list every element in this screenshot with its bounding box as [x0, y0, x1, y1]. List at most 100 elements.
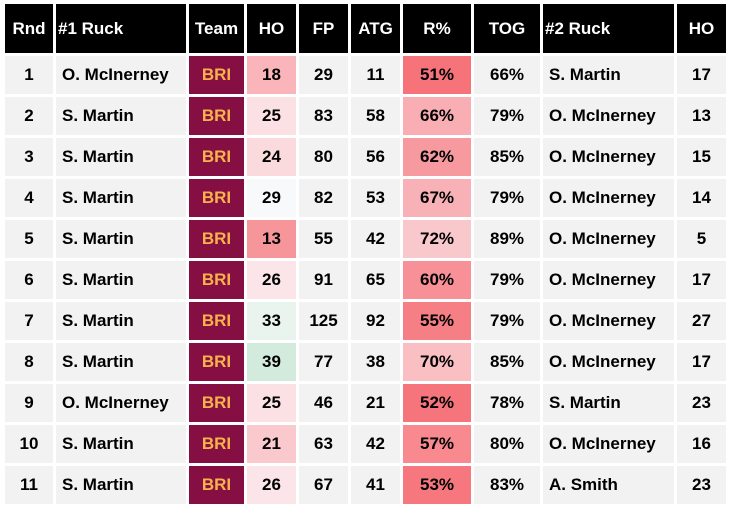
tog-cell: 85%: [474, 138, 540, 176]
ruck2-name-cell: O. McInerney: [543, 220, 674, 258]
table-row: 2 S. Martin BRI 25 83 58 66% 79% O. McInerney 13: [5, 97, 726, 135]
team-badge: BRI: [189, 343, 244, 381]
r-pct-cell: 52%: [403, 384, 471, 422]
ruck1-name-cell: O. McInerney: [56, 384, 186, 422]
fp-cell: 125: [299, 302, 348, 340]
ho2-cell: 13: [677, 97, 726, 135]
team-badge: BRI: [189, 179, 244, 217]
rnd-cell: 11: [5, 466, 53, 504]
tog-cell: 85%: [474, 343, 540, 381]
ruck1-name-cell: S. Martin: [56, 220, 186, 258]
r-pct-cell: 70%: [403, 343, 471, 381]
atg-cell: 56: [351, 138, 400, 176]
atg-cell: 38: [351, 343, 400, 381]
fp-cell: 55: [299, 220, 348, 258]
table-row: 4 S. Martin BRI 29 82 53 67% 79% O. McInerney 14: [5, 179, 726, 217]
atg-cell: 41: [351, 466, 400, 504]
ho-cell: 24: [247, 138, 296, 176]
ruck1-name-cell: S. Martin: [56, 138, 186, 176]
ho-cell: 25: [247, 384, 296, 422]
table-row: 10 S. Martin BRI 21 63 42 57% 80% O. McInerney 16: [5, 425, 726, 463]
team-badge: BRI: [189, 384, 244, 422]
ruck2-name-cell: O. McInerney: [543, 179, 674, 217]
team-badge: BRI: [189, 302, 244, 340]
table-row: 1 O. McInerney BRI 18 29 11 51% 66% S. Martin 17: [5, 56, 726, 94]
team-badge: BRI: [189, 56, 244, 94]
ruck1-name-cell: S. Martin: [56, 425, 186, 463]
r-pct-cell: 67%: [403, 179, 471, 217]
header-ruck1[interactable]: #1 Ruck: [56, 4, 186, 53]
atg-cell: 21: [351, 384, 400, 422]
r-pct-cell: 62%: [403, 138, 471, 176]
atg-cell: 42: [351, 220, 400, 258]
ruck1-name-cell: S. Martin: [56, 97, 186, 135]
header-ho2[interactable]: HO: [677, 4, 726, 53]
fp-cell: 46: [299, 384, 348, 422]
rnd-cell: 7: [5, 302, 53, 340]
header-r-pct[interactable]: R%: [403, 4, 471, 53]
ho-cell: 26: [247, 466, 296, 504]
ho-cell: 39: [247, 343, 296, 381]
rnd-cell: 8: [5, 343, 53, 381]
ruck-stats-table: Rnd #1 Ruck Team HO FP ATG R% TOG #2 Ruc…: [2, 1, 729, 507]
fp-cell: 77: [299, 343, 348, 381]
table-row: 8 S. Martin BRI 39 77 38 70% 85% O. McInerney 17: [5, 343, 726, 381]
ho-cell: 25: [247, 97, 296, 135]
ruck2-name-cell: O. McInerney: [543, 138, 674, 176]
tog-cell: 79%: [474, 97, 540, 135]
ho2-cell: 5: [677, 220, 726, 258]
ruck1-name-cell: O. McInerney: [56, 56, 186, 94]
fp-cell: 29: [299, 56, 348, 94]
team-badge: BRI: [189, 466, 244, 504]
header-tog[interactable]: TOG: [474, 4, 540, 53]
fp-cell: 83: [299, 97, 348, 135]
atg-cell: 92: [351, 302, 400, 340]
ruck1-name-cell: S. Martin: [56, 261, 186, 299]
team-badge: BRI: [189, 97, 244, 135]
ruck2-name-cell: S. Martin: [543, 56, 674, 94]
rnd-cell: 10: [5, 425, 53, 463]
tog-cell: 83%: [474, 466, 540, 504]
ho-cell: 33: [247, 302, 296, 340]
team-badge: BRI: [189, 425, 244, 463]
r-pct-cell: 53%: [403, 466, 471, 504]
header-ruck2[interactable]: #2 Ruck: [543, 4, 674, 53]
ruck1-name-cell: S. Martin: [56, 179, 186, 217]
header-fp[interactable]: FP: [299, 4, 348, 53]
team-badge: BRI: [189, 261, 244, 299]
ho-cell: 13: [247, 220, 296, 258]
ho2-cell: 17: [677, 343, 726, 381]
rnd-cell: 9: [5, 384, 53, 422]
atg-cell: 65: [351, 261, 400, 299]
ho2-cell: 23: [677, 384, 726, 422]
rnd-cell: 1: [5, 56, 53, 94]
ho2-cell: 14: [677, 179, 726, 217]
ho2-cell: 17: [677, 56, 726, 94]
r-pct-cell: 72%: [403, 220, 471, 258]
header-ho[interactable]: HO: [247, 4, 296, 53]
table-row: 11 S. Martin BRI 26 67 41 53% 83% A. Smith 23: [5, 466, 726, 504]
table-row: 5 S. Martin BRI 13 55 42 72% 89% O. McInerney 5: [5, 220, 726, 258]
rnd-cell: 3: [5, 138, 53, 176]
ruck2-name-cell: O. McInerney: [543, 425, 674, 463]
team-badge: BRI: [189, 138, 244, 176]
ho2-cell: 23: [677, 466, 726, 504]
ruck2-name-cell: O. McInerney: [543, 261, 674, 299]
rnd-cell: 6: [5, 261, 53, 299]
table-row: 9 O. McInerney BRI 25 46 21 52% 78% S. Martin 23: [5, 384, 726, 422]
rnd-cell: 4: [5, 179, 53, 217]
ruck1-name-cell: S. Martin: [56, 302, 186, 340]
table-row: 7 S. Martin BRI 33 125 92 55% 79% O. McInerney 27: [5, 302, 726, 340]
header-atg[interactable]: ATG: [351, 4, 400, 53]
tog-cell: 78%: [474, 384, 540, 422]
ho-cell: 26: [247, 261, 296, 299]
atg-cell: 53: [351, 179, 400, 217]
header-rnd[interactable]: Rnd: [5, 4, 53, 53]
rnd-cell: 5: [5, 220, 53, 258]
ruck2-name-cell: A. Smith: [543, 466, 674, 504]
atg-cell: 42: [351, 425, 400, 463]
header-team[interactable]: Team: [189, 4, 244, 53]
ruck2-name-cell: S. Martin: [543, 384, 674, 422]
ruck1-name-cell: S. Martin: [56, 466, 186, 504]
ruck1-name-cell: S. Martin: [56, 343, 186, 381]
